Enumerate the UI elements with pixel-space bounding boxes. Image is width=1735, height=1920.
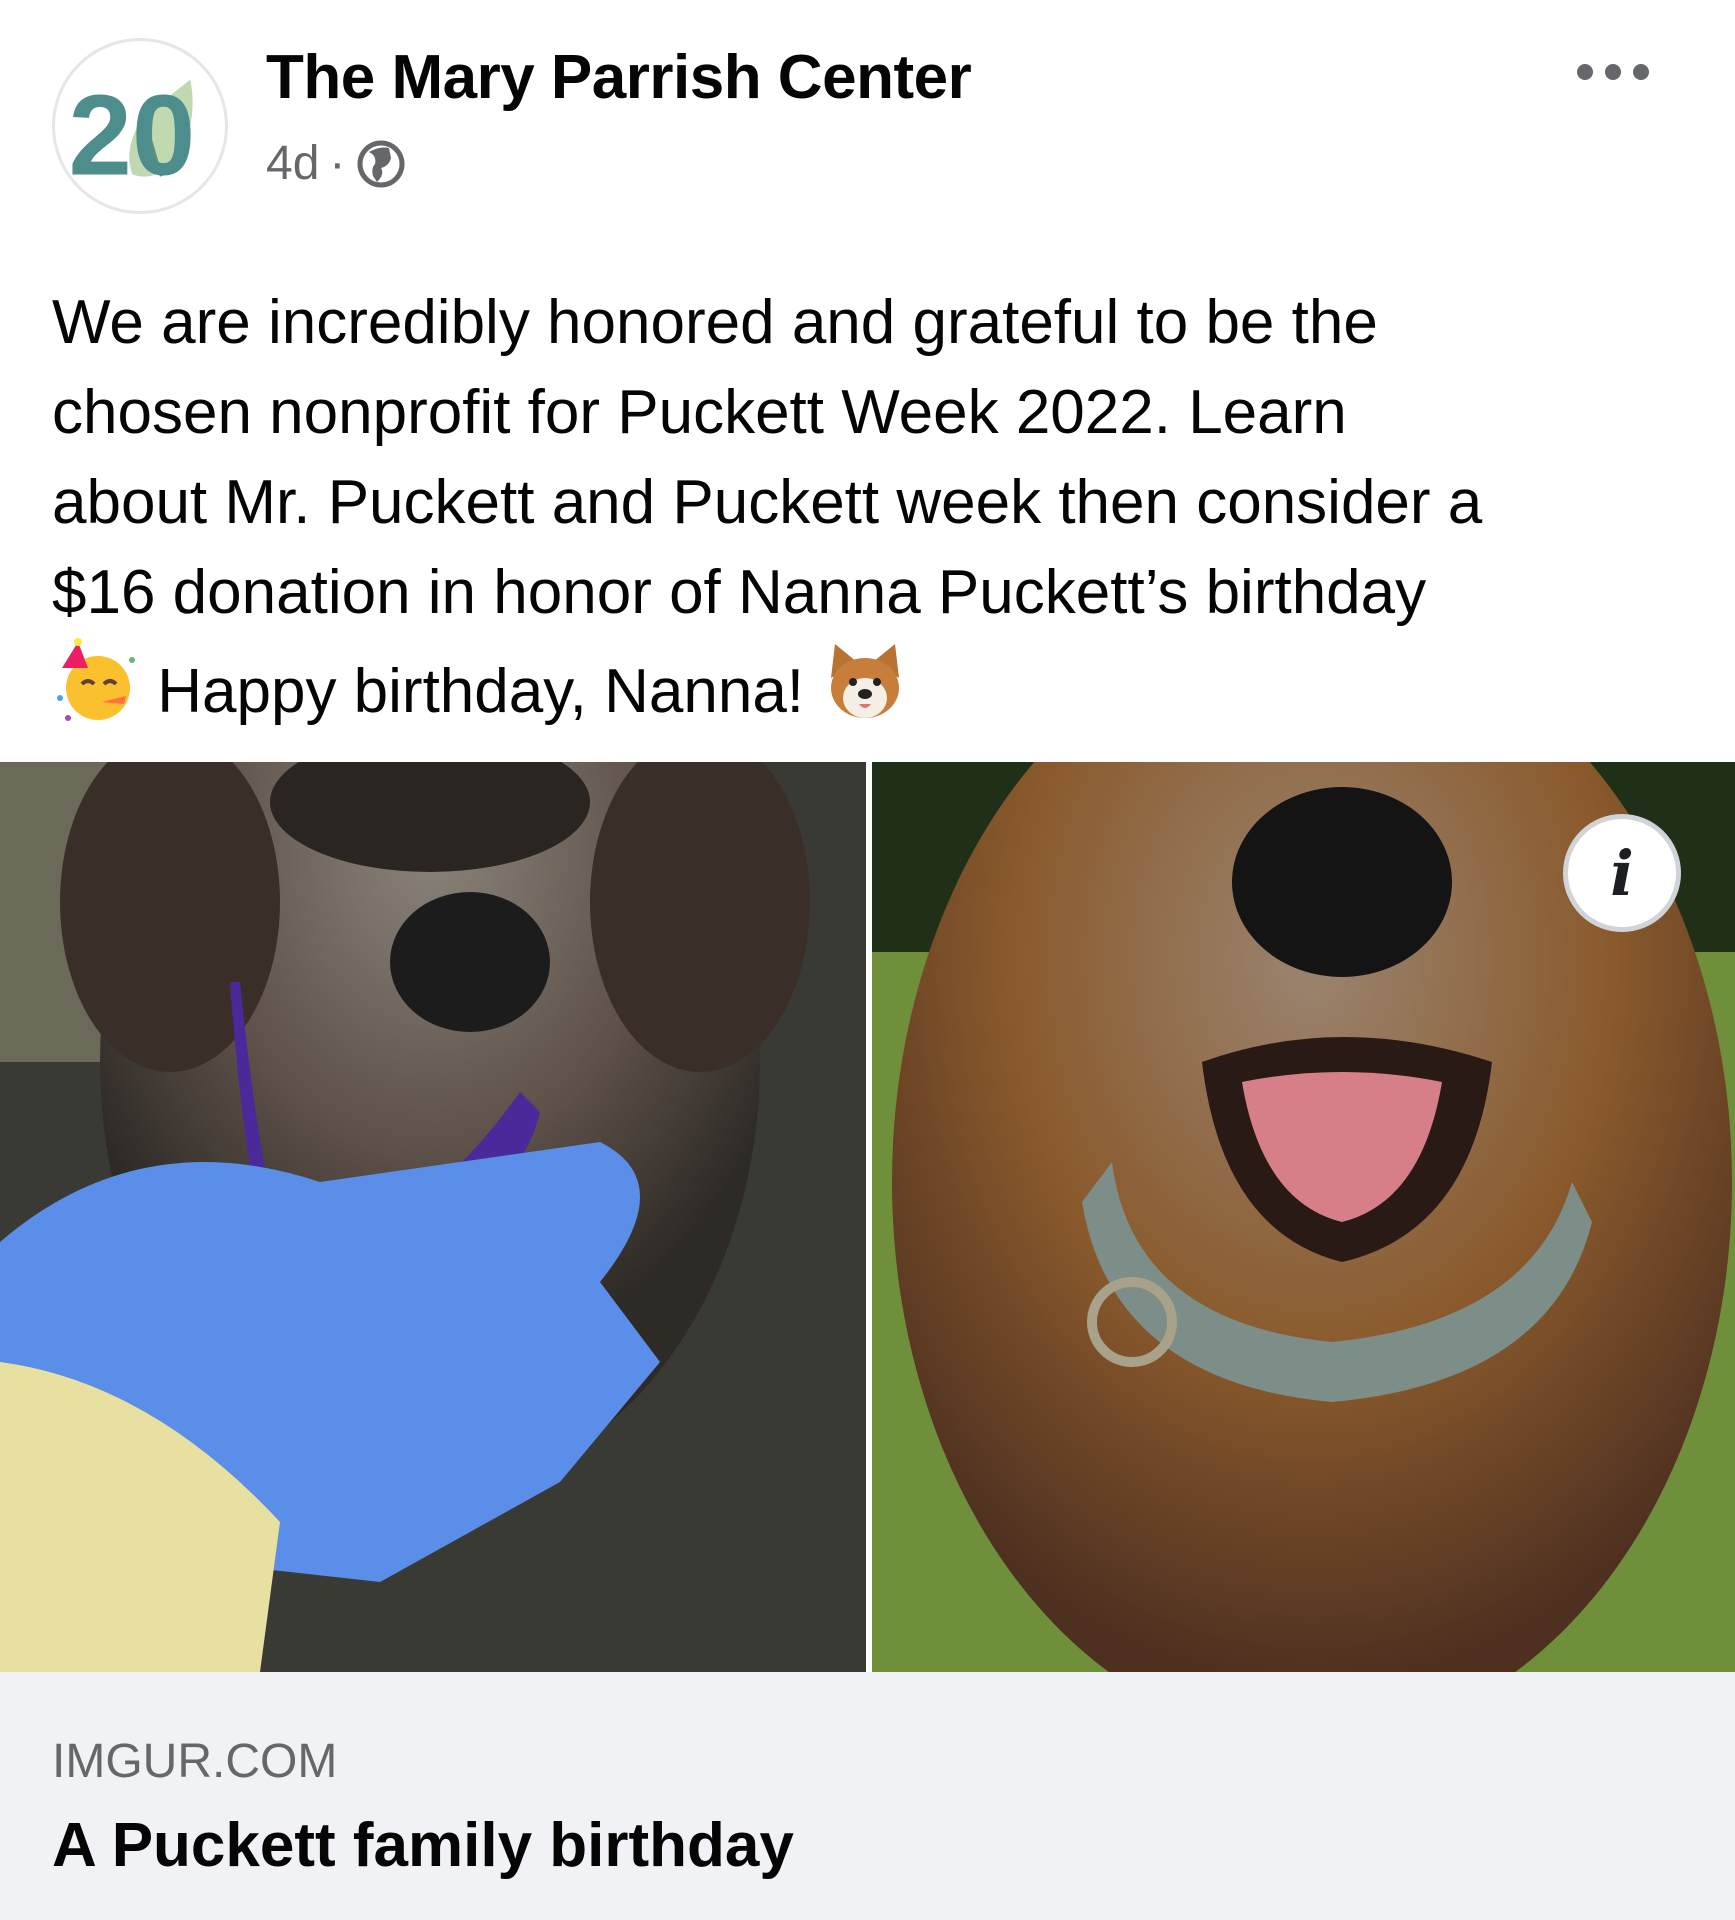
link-info: IMGUR.COM A Puckett family birthday [0, 1672, 1735, 1920]
info-icon[interactable]: i [1563, 814, 1681, 932]
post-text: We are incredibly honored and grateful t… [52, 278, 1692, 737]
globe-icon [355, 138, 407, 190]
link-preview-card[interactable]: i IMGUR.COM A Puckett family birthday [0, 762, 1735, 1920]
link-domain: IMGUR.COM [52, 1735, 338, 1788]
link-title[interactable]: A Puckett family birthday [52, 1810, 794, 1881]
post-text-line: chosen nonprofit for Puckett Week 2022. … [52, 378, 1347, 447]
meta-separator: · [329, 137, 346, 190]
mary-parrish-logo: 20 [69, 72, 196, 199]
logo-text: 20 [69, 72, 196, 199]
post-text-line-last: Happy birthday, Nanna! [52, 638, 1692, 737]
dog-face-emoji-icon [821, 638, 909, 726]
facebook-post: 20 The Mary Parrish Center 4d · We are i… [0, 0, 1735, 1920]
post-text-line: We are incredibly honored and grateful t… [52, 288, 1378, 357]
timestamp[interactable]: 4d [266, 136, 319, 191]
more-options-icon[interactable] [1571, 52, 1655, 92]
page-avatar[interactable]: 20 [52, 38, 228, 214]
preview-images: i [0, 762, 1735, 1672]
post-meta: 4d · [266, 136, 407, 191]
partying-face-emoji-icon [52, 638, 140, 726]
post-text-line: $16 donation in honor of Nanna Puckett’s… [52, 558, 1427, 627]
post-text-line: about Mr. Puckett and Puckett week then … [52, 468, 1483, 537]
dog-photo-right: i [872, 762, 1735, 1672]
dog-photo-left [0, 762, 866, 1672]
post-text-line: Happy birthday, Nanna! [157, 657, 805, 726]
page-name[interactable]: The Mary Parrish Center [266, 42, 972, 113]
